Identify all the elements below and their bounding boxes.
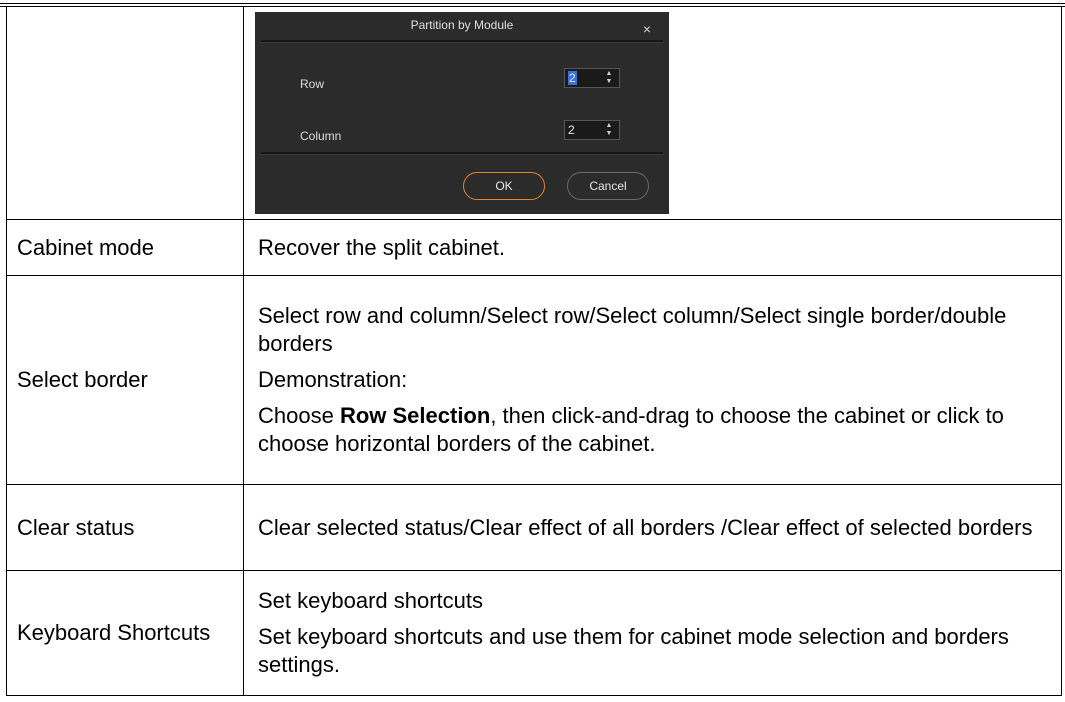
table-row: Cabinet mode Recover the split cabinet. — [6, 219, 1062, 276]
spin-up-icon[interactable]: ▲ — [605, 70, 613, 78]
row-label-cabinet-mode: Cabinet mode — [6, 219, 244, 276]
divider — [261, 151, 663, 155]
choose-prefix: Choose — [258, 403, 340, 428]
feature-table: Partition by Module × Row 2 ▲ ▼ Column 2… — [6, 6, 1062, 696]
desc-text: Choose Row Selection, then click-and-dra… — [258, 402, 1049, 458]
desc-text: Set keyboard shortcuts — [258, 588, 484, 613]
row-label: Row — [300, 76, 325, 91]
desc-text: Recover the split cabinet. — [258, 234, 506, 260]
table-cell-empty — [6, 6, 244, 220]
row-desc: Clear selected status/Clear effect of al… — [243, 484, 1062, 571]
table-cell-dialog: Partition by Module × Row 2 ▲ ▼ Column 2… — [243, 6, 1062, 220]
row-label-keyboard-shortcuts: Keyboard Shortcuts — [6, 570, 244, 696]
dialog-title: Partition by Module — [410, 17, 514, 32]
row-label-select-border: Select border — [6, 275, 244, 485]
row-value[interactable]: 2 — [568, 70, 577, 85]
table-row: Keyboard Shortcuts Set keyboard shortcut… — [6, 570, 1062, 696]
column-value[interactable]: 2 — [568, 123, 575, 137]
spin-arrows-icon[interactable]: ▲ ▼ — [605, 70, 613, 86]
top-rule — [0, 3, 1065, 4]
desc-text: Demonstration: — [258, 367, 408, 392]
row-desc: Recover the split cabinet. — [243, 219, 1062, 276]
table-row: Partition by Module × Row 2 ▲ ▼ Column 2… — [6, 6, 1062, 220]
spin-up-icon[interactable]: ▲ — [605, 122, 613, 130]
row-desc: Set keyboard shortcuts Set keyboard shor… — [243, 570, 1062, 696]
partition-dialog: Partition by Module × Row 2 ▲ ▼ Column 2… — [255, 11, 669, 214]
table-row: Clear status Clear selected status/Clear… — [6, 484, 1062, 571]
table-row: Select border Select row and column/Sele… — [6, 275, 1062, 485]
row-selection-bold: Row Selection — [339, 403, 491, 428]
cancel-button[interactable]: Cancel — [567, 171, 649, 200]
spin-arrows-icon[interactable]: ▲ ▼ — [605, 122, 613, 138]
spin-down-icon[interactable]: ▼ — [605, 130, 613, 138]
row-label-clear-status: Clear status — [6, 484, 244, 571]
divider — [261, 39, 663, 43]
desc-text: Clear selected status/Clear effect of al… — [258, 514, 1033, 540]
desc-text: Set keyboard shortcuts and use them for … — [258, 624, 1009, 677]
spin-down-icon[interactable]: ▼ — [605, 78, 613, 86]
column-spinbox[interactable]: 2 ▲ ▼ — [564, 119, 620, 140]
close-icon[interactable]: × — [643, 15, 651, 43]
ok-button[interactable]: OK — [463, 171, 545, 200]
column-label: Column — [300, 128, 342, 143]
desc-text: Select row and column/Select row/Select … — [258, 303, 1007, 356]
row-spinbox[interactable]: 2 ▲ ▼ — [564, 67, 620, 88]
row-desc: Select row and column/Select row/Select … — [243, 275, 1062, 485]
